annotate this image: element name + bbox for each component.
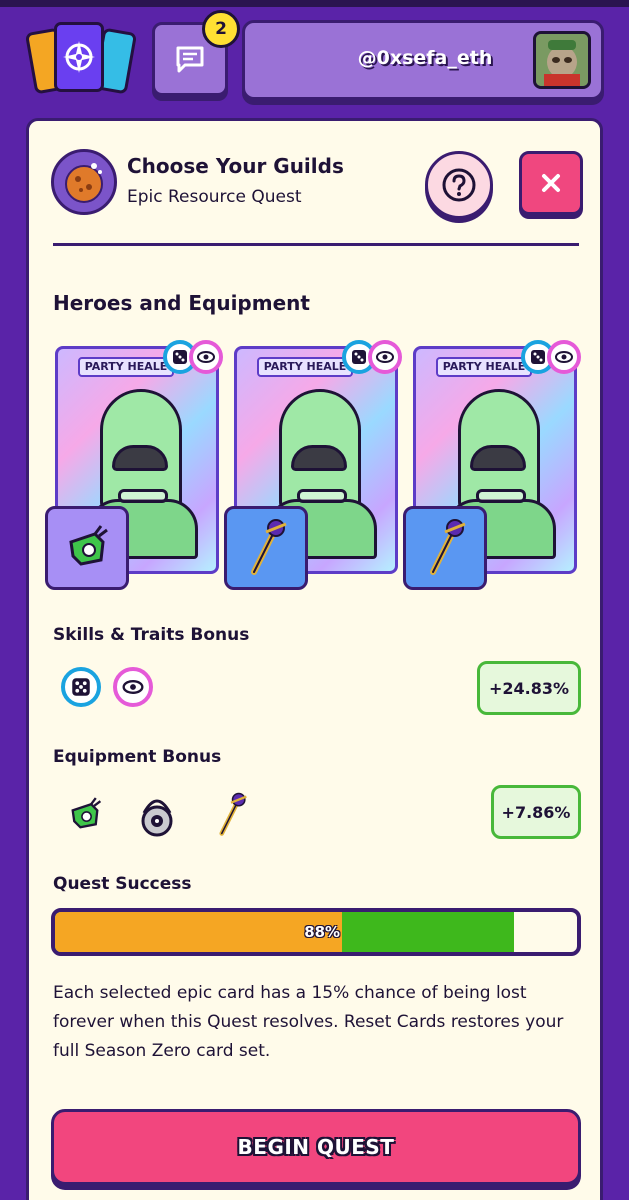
eye-trait-icon — [368, 340, 402, 374]
skills-bonus-value: +24.83% — [477, 661, 581, 715]
chat-icon — [176, 46, 204, 73]
equipment-slot[interactable] — [45, 506, 129, 590]
close-button[interactable] — [519, 151, 583, 215]
staff-icon — [430, 519, 466, 575]
close-icon — [542, 174, 560, 192]
hero-card-1[interactable]: PARTY HEALE — [45, 340, 223, 590]
cookie-resource-icon — [65, 163, 103, 203]
alien-glasses — [476, 489, 526, 503]
logo-card-purple — [54, 22, 104, 92]
hero-card-label: PARTY HEALE — [257, 357, 353, 377]
hero-card-3[interactable]: PARTY HEALE — [403, 340, 581, 590]
panel-subtitle: Epic Resource Quest — [127, 187, 302, 207]
equipment-bonus-value: +7.86% — [491, 785, 581, 839]
quest-icon — [51, 149, 117, 215]
app-logo[interactable] — [24, 20, 138, 98]
help-button[interactable] — [425, 151, 493, 219]
top-strip — [0, 0, 629, 7]
avatar[interactable] — [533, 31, 591, 89]
equipment-slot[interactable] — [224, 506, 308, 590]
alien-cap — [112, 445, 168, 471]
divider — [53, 243, 579, 246]
whistle-icon — [57, 785, 113, 845]
eye-trait-icon — [547, 340, 581, 374]
panel-title: Choose Your Guilds — [127, 154, 344, 178]
eye-icon — [113, 667, 153, 707]
compass-icon — [63, 41, 95, 73]
staff-icon — [251, 519, 287, 575]
equipment-heading: Equipment Bonus — [53, 747, 222, 767]
question-icon — [442, 168, 476, 202]
hero-card-label: PARTY HEALE — [78, 357, 174, 377]
equipment-slot[interactable] — [403, 506, 487, 590]
hero-card-label: PARTY HEALE — [436, 357, 532, 377]
alien-cap — [470, 445, 526, 471]
notification-badge: 2 — [202, 10, 240, 48]
user-profile-bar[interactable]: @0xsefa_eth — [242, 20, 604, 100]
eye-trait-icon — [189, 340, 223, 374]
hero-card-2[interactable]: PARTY HEALE — [224, 340, 402, 590]
username: @0xsefa_eth — [357, 47, 493, 69]
amulet-icon — [129, 785, 185, 845]
whistle-icon — [69, 525, 108, 566]
progress-label: 88% — [304, 923, 341, 941]
staff-icon — [203, 785, 259, 845]
skills-heading: Skills & Traits Bonus — [53, 625, 250, 645]
heroes-heading: Heroes and Equipment — [53, 291, 310, 315]
sloth-avatar-icon — [536, 34, 588, 86]
dice-icon — [61, 667, 101, 707]
alien-glasses — [118, 489, 168, 503]
begin-quest-button[interactable]: BEGIN QUEST — [51, 1109, 581, 1185]
quest-success-progress-bar: 88% — [51, 908, 581, 956]
quest-success-heading: Quest Success — [53, 874, 192, 894]
alien-glasses — [297, 489, 347, 503]
card-loss-disclaimer: Each selected epic card has a 15% chance… — [53, 983, 564, 1061]
alien-cap — [291, 445, 347, 471]
quest-panel: Choose Your Guilds Epic Resource Quest H… — [26, 118, 603, 1200]
